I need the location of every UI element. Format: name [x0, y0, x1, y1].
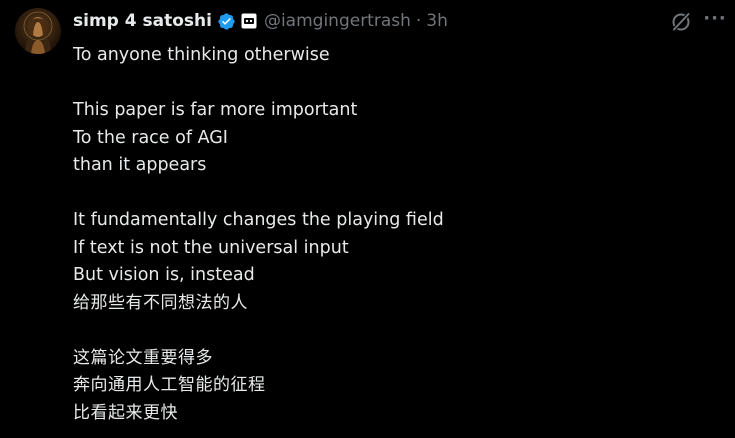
tweet-text-line: It fundamentally changes the playing fie…	[73, 210, 444, 230]
verified-badge-icon[interactable]	[217, 12, 236, 31]
tweet-header: simp 4 satoshi @iamgingertrash · 3h	[73, 9, 448, 33]
portrait-avatar-icon	[15, 8, 61, 54]
tweet-text-line: than it appears	[73, 155, 207, 175]
timestamp[interactable]: 3h	[426, 11, 448, 31]
affiliation-badge-icon[interactable]	[241, 13, 257, 29]
more-options-icon[interactable]: ···	[702, 6, 728, 32]
separator-dot: ·	[415, 11, 422, 31]
tweet-text-line: To anyone thinking otherwise	[73, 45, 330, 65]
tweet-text-line: If text is not the universal input	[73, 237, 349, 258]
tweet-text-line	[73, 180, 713, 208]
tweet-text-line: 这篇论文重要得多	[73, 347, 213, 368]
avatar[interactable]	[15, 8, 61, 54]
tweet-text-line: But vision is, instead	[73, 265, 255, 285]
display-name[interactable]: simp 4 satoshi	[73, 11, 212, 31]
grok-icon[interactable]	[670, 11, 692, 33]
tweet-text: To anyone thinking otherwise This paper …	[73, 42, 713, 427]
tweet-text-line	[73, 317, 713, 345]
tweet-text-line: This paper is far more important	[73, 100, 358, 120]
tweet-text-line	[73, 70, 713, 98]
user-handle[interactable]: @iamgingertrash	[264, 11, 411, 31]
tweet-text-line: 奔向通用人工智能的征程	[73, 375, 266, 395]
tweet-text-line: 给那些有不同想法的人	[73, 292, 248, 313]
tweet-text-line: To the race of AGI	[73, 127, 228, 148]
tweet-text-line: 比看起来更快	[73, 402, 178, 423]
